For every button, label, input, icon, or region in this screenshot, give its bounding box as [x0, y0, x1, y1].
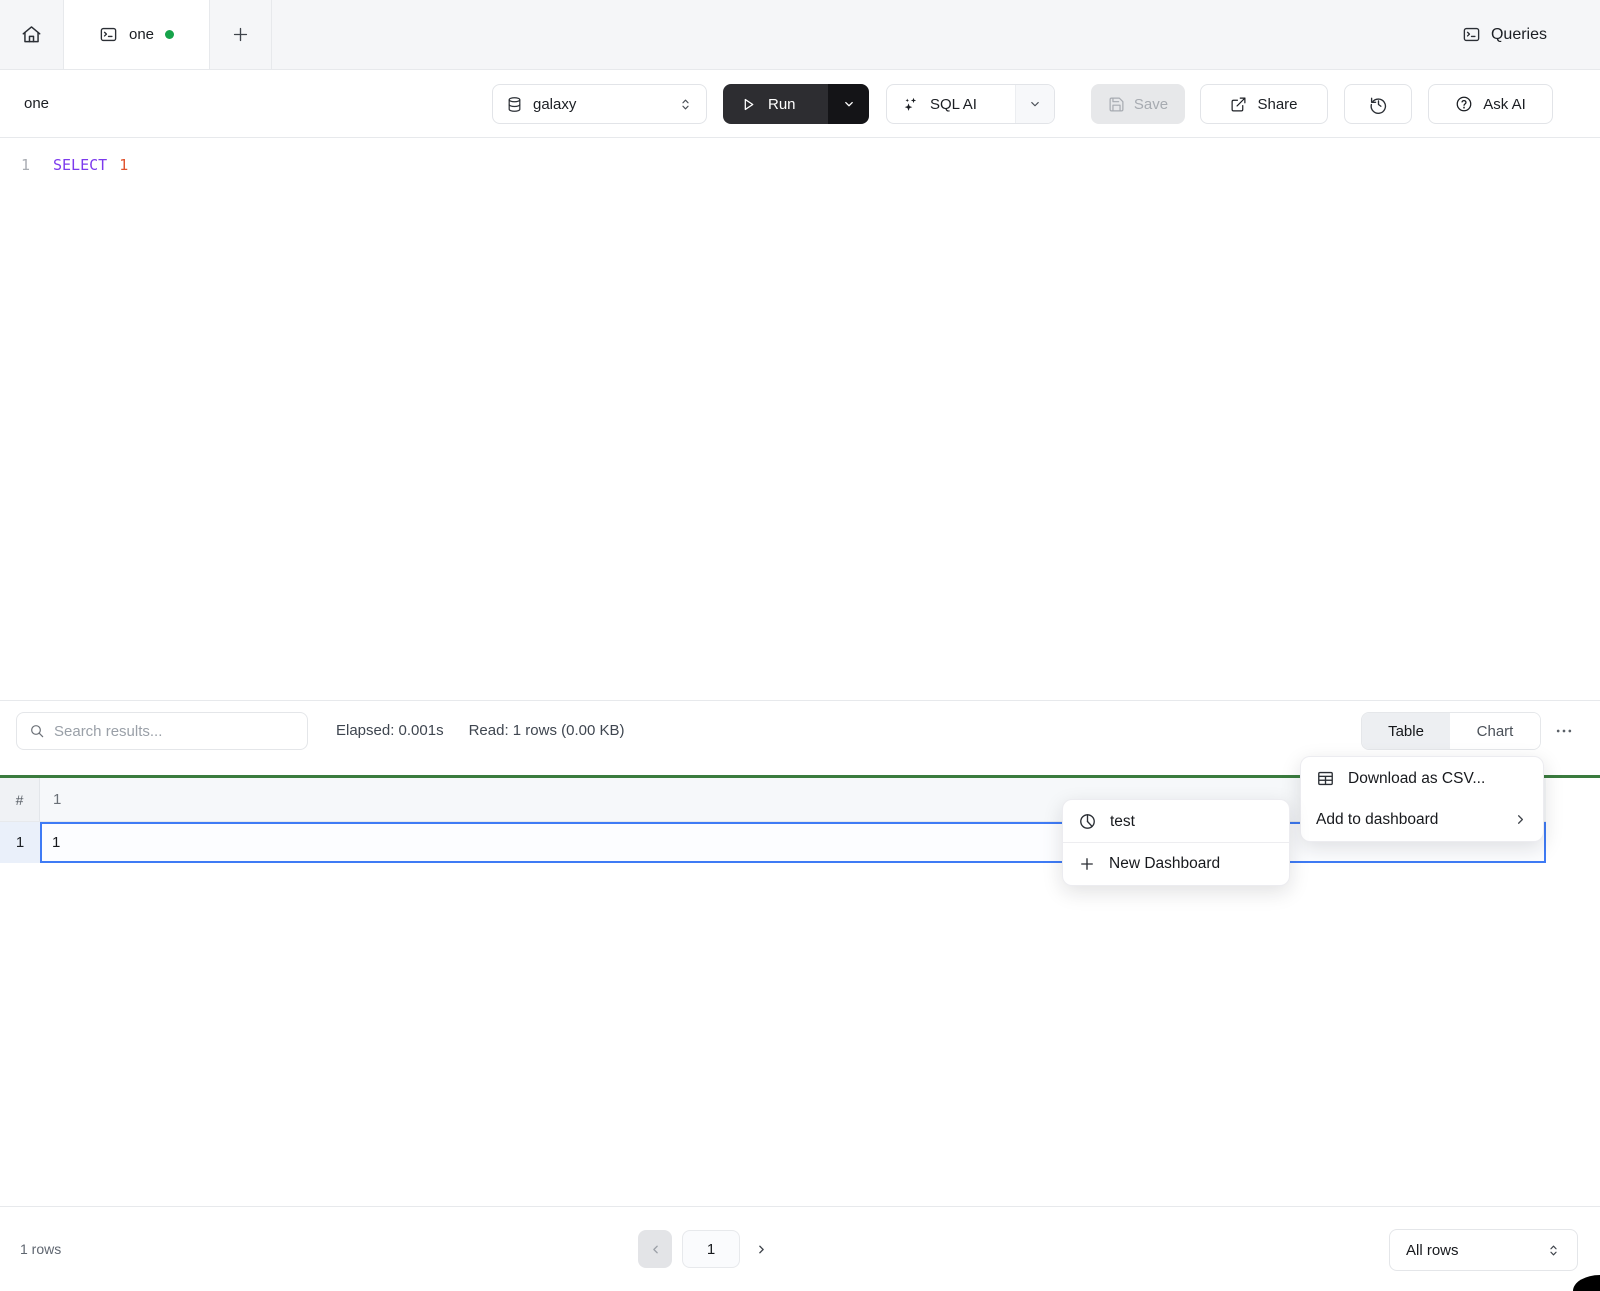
- dashboard-submenu: test New Dashboard: [1062, 799, 1290, 886]
- chevron-down-icon: [842, 97, 856, 111]
- share-label: Share: [1257, 96, 1297, 113]
- ask-ai-button[interactable]: Ask AI: [1428, 84, 1553, 124]
- save-icon: [1108, 96, 1125, 113]
- page-size-select[interactable]: All rows: [1389, 1229, 1578, 1271]
- results-more-button[interactable]: [1554, 712, 1574, 750]
- chevron-down-icon: [1028, 97, 1042, 111]
- tab-bar: one Queries: [0, 0, 1600, 70]
- pagination: 1: [638, 1230, 772, 1268]
- results-context-menu: Download as CSV... Add to dashboard: [1300, 756, 1544, 842]
- table-grid-icon: [1316, 769, 1335, 788]
- sql-number: 1: [119, 156, 128, 174]
- sql-ai-button-group: SQL AI: [886, 84, 1055, 124]
- view-toggle: Table Chart: [1361, 712, 1541, 750]
- sql-editor[interactable]: 1 SELECT 1: [0, 138, 1600, 700]
- run-button-group: Run: [723, 84, 869, 124]
- database-icon: [506, 96, 523, 113]
- current-page-button[interactable]: 1: [682, 1230, 740, 1268]
- read-stat: Read: 1 rows (0.00 KB): [469, 712, 625, 750]
- elapsed-stat: Elapsed: 0.001s: [336, 712, 444, 750]
- row-count: 1 rows: [20, 1241, 61, 1257]
- query-toolbar: one galaxy Run: [0, 70, 1600, 138]
- index-column-header: #: [0, 778, 40, 821]
- sql-console-app: one Queries one: [0, 0, 1600, 1291]
- previous-page-button[interactable]: [638, 1230, 672, 1268]
- chevron-right-icon: [755, 1243, 768, 1256]
- results-toolbar-right: Table Chart: [1361, 712, 1574, 750]
- sql-keyword: SELECT: [53, 156, 107, 174]
- search-results-box: [16, 712, 308, 750]
- view-toggle-table[interactable]: Table: [1362, 713, 1450, 749]
- ask-ai-label: Ask AI: [1483, 96, 1526, 113]
- submenu-item-new-dashboard[interactable]: New Dashboard: [1063, 843, 1289, 884]
- sparkles-icon: [901, 95, 920, 114]
- share-icon: [1230, 96, 1247, 113]
- new-tab-button[interactable]: [210, 0, 272, 69]
- chevron-left-icon: [649, 1243, 662, 1256]
- database-select[interactable]: galaxy: [492, 84, 707, 124]
- plus-icon: [1078, 855, 1096, 873]
- query-title: one: [24, 95, 49, 112]
- line-number: 1: [0, 156, 30, 174]
- save-label: Save: [1134, 96, 1168, 113]
- terminal-icon: [1462, 25, 1481, 44]
- plus-icon: [231, 25, 250, 44]
- play-icon: [740, 96, 757, 113]
- results-footer: 1 rows 1 All rows: [0, 1206, 1600, 1291]
- history-icon: [1369, 95, 1388, 114]
- queries-label: Queries: [1491, 26, 1547, 44]
- next-page-button[interactable]: [750, 1230, 772, 1268]
- run-options-button[interactable]: [828, 84, 869, 124]
- sql-ai-options-button[interactable]: [1015, 85, 1054, 123]
- submenu-item-test[interactable]: test: [1063, 801, 1289, 842]
- sql-ai-button[interactable]: SQL AI: [887, 85, 1015, 123]
- menu-item-add-to-dashboard[interactable]: Add to dashboard: [1301, 799, 1543, 840]
- editor-line: 1 SELECT 1: [0, 153, 1600, 177]
- code-text: SELECT 1: [53, 156, 128, 174]
- menu-item-label: Add to dashboard: [1316, 811, 1438, 829]
- tab-one[interactable]: one: [64, 0, 210, 69]
- page-size-value: All rows: [1406, 1242, 1459, 1259]
- ellipsis-icon: [1554, 721, 1574, 741]
- pie-chart-icon: [1078, 812, 1097, 831]
- menu-item-download-csv[interactable]: Download as CSV...: [1301, 758, 1543, 799]
- view-toggle-chart[interactable]: Chart: [1450, 713, 1540, 749]
- database-value: galaxy: [533, 96, 576, 113]
- run-button[interactable]: Run: [723, 84, 828, 124]
- terminal-icon: [99, 25, 118, 44]
- share-button[interactable]: Share: [1200, 84, 1328, 124]
- row-index: 1: [0, 822, 40, 863]
- help-circle-icon: [1455, 95, 1473, 113]
- search-icon: [29, 723, 45, 739]
- chevrons-updown-icon: [678, 97, 693, 112]
- toolbar-controls: galaxy Run: [492, 84, 1553, 124]
- tab-label: one: [129, 26, 154, 43]
- menu-item-label: Download as CSV...: [1348, 770, 1485, 788]
- run-label: Run: [768, 96, 796, 113]
- submenu-item-label: New Dashboard: [1109, 855, 1220, 873]
- chevron-right-icon: [1513, 812, 1528, 827]
- sql-ai-label: SQL AI: [930, 96, 977, 113]
- unsaved-status-dot: [165, 30, 174, 39]
- home-tab[interactable]: [0, 0, 64, 69]
- search-results-input[interactable]: [54, 723, 295, 740]
- chevrons-updown-icon: [1546, 1243, 1561, 1258]
- history-button[interactable]: [1344, 84, 1412, 124]
- submenu-item-label: test: [1110, 813, 1135, 831]
- queries-button[interactable]: Queries: [1462, 0, 1547, 69]
- home-icon: [21, 24, 42, 45]
- save-button[interactable]: Save: [1091, 84, 1185, 124]
